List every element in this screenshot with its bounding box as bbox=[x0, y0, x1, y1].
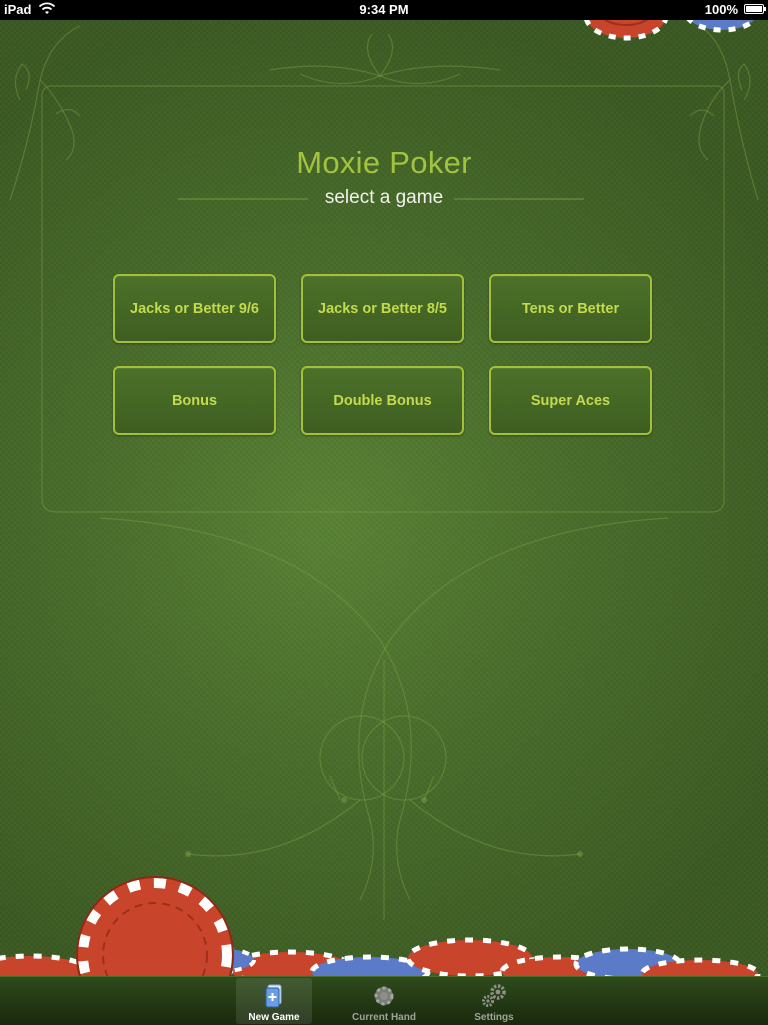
tab-label: Settings bbox=[474, 1012, 514, 1023]
game-button-jacks-or-better-96[interactable]: Jacks or Better 9/6 bbox=[113, 274, 276, 343]
tab-label: Current Hand bbox=[352, 1012, 416, 1023]
game-button-double-bonus[interactable]: Double Bonus bbox=[301, 366, 464, 435]
app-title: Moxie Poker bbox=[296, 145, 472, 180]
page-subtitle: select a game bbox=[324, 187, 444, 208]
battery-percent: 100% bbox=[704, 2, 738, 17]
chip-icon bbox=[374, 986, 394, 1006]
battery-icon bbox=[744, 4, 766, 14]
gears-icon bbox=[482, 984, 506, 1007]
tab-label: New Game bbox=[248, 1012, 300, 1023]
tab-new-game[interactable]: New Game bbox=[236, 978, 312, 1024]
game-button-jacks-or-better-85[interactable]: Jacks or Better 8/5 bbox=[301, 274, 464, 343]
game-button-tens-or-better[interactable]: Tens or Better bbox=[489, 274, 652, 343]
new-game-icon bbox=[265, 984, 282, 1008]
tab-current-hand[interactable]: Current Hand bbox=[346, 978, 422, 1024]
status-bar: iPad 9:34 PM 100% bbox=[0, 0, 768, 20]
tab-settings[interactable]: Settings bbox=[456, 978, 532, 1024]
tab-bar: New Game Current Hand Settings bbox=[0, 976, 768, 1025]
game-button-bonus[interactable]: Bonus bbox=[113, 366, 276, 435]
status-time: 9:34 PM bbox=[359, 2, 409, 17]
felt-background: Moxie Poker select a game Jacks or Bette… bbox=[0, 20, 768, 976]
game-button-super-aces[interactable]: Super Aces bbox=[489, 366, 652, 435]
